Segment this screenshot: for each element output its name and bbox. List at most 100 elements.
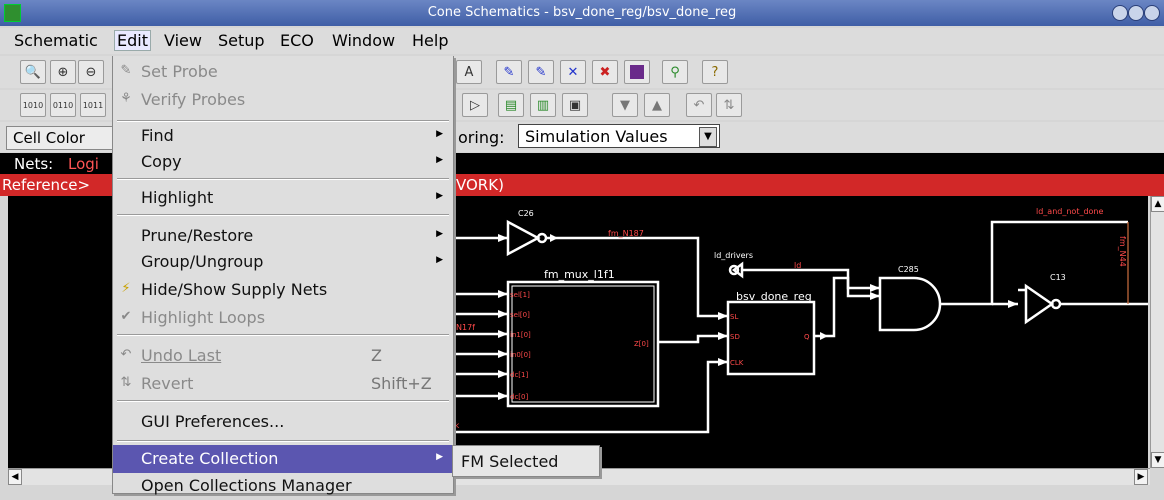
label-n17f: N17f [456,323,475,332]
cross-red-icon[interactable]: ✖ [592,60,618,84]
revert-shortcut: Shift+Z [371,374,432,393]
undo-icon: ↶ [120,347,132,362]
cell-coloring-button[interactable]: Cell Color [6,126,118,150]
pin-q: Q [804,333,810,341]
expand-fanout-icon[interactable]: ▥ [530,93,556,117]
pin-z0: Z[0] [634,340,649,348]
pen-clear-icon[interactable]: ✎ [528,60,554,84]
scroll-up-icon[interactable]: ▲ [1151,196,1164,212]
menu-item-create-collection[interactable]: Create Collection ▶ [113,445,453,473]
verify-probes-label: Verify Probes [141,90,246,109]
wand-icon: ⚘ [120,91,132,106]
supply-nets-icon: ⚡ [121,281,131,296]
zoom-out-icon[interactable]: ⊖ [78,60,104,84]
submenu-arrow-icon: ▶ [436,155,443,165]
find-text-icon[interactable]: A [456,60,482,84]
highlight-loops-label: Highlight Loops [141,308,266,327]
redo-icon[interactable]: ⇅ [716,93,742,117]
label-fm-n187: fm_N187 [608,229,644,238]
move-up-icon[interactable]: ▲ [644,93,670,117]
menu-item-hide-show-supply-nets[interactable]: ⚡ Hide/Show Supply Nets [113,276,453,304]
open-collections-manager-label: Open Collections Manager [141,476,352,495]
copy-label: Copy [141,152,182,171]
vertical-scrollbar[interactable]: ▲ ▼ [1150,196,1164,468]
menu-separator [117,400,449,402]
set-probe-label: Set Probe [141,62,218,81]
expand-fanin-icon[interactable]: ▤ [498,93,524,117]
menu-eco[interactable]: ECO [280,31,314,50]
reference-design: VORK) [456,176,504,194]
label-bsv-done-reg: bsv_done_reg [736,290,812,303]
chevron-down-icon[interactable]: ▼ [699,127,717,147]
menu-item-set-probe[interactable]: ✎ Set Probe [113,58,453,86]
gui-preferences-label: GUI Preferences... [141,412,285,431]
menu-edit[interactable]: Edit [114,30,151,51]
label-fm-n44: fm_N44 [1118,236,1127,267]
pin-dc0: dc[0] [510,393,528,401]
menu-schematic[interactable]: Schematic [14,31,98,50]
menu-setup[interactable]: Setup [218,31,265,50]
reference-label: Reference> [2,176,91,194]
label-c13: C13 [1050,273,1066,282]
undo-icon[interactable]: ↶ [686,93,712,117]
gate-icon[interactable]: ▷ [462,93,488,117]
menu-item-find[interactable]: Find ▶ [113,122,453,150]
maximize-icon[interactable] [1128,5,1144,21]
menu-separator [117,440,449,442]
pin-clk: CLK [730,359,744,367]
menu-separator [117,178,449,180]
binary-toggle-icon[interactable]: 1011 [80,93,106,117]
pin-in0: in0[0] [510,351,531,359]
binary-back-icon[interactable]: 0110 [50,93,76,117]
menu-help[interactable]: Help [412,31,448,50]
revert-icon: ⇅ [120,375,132,390]
revert-label: Revert [141,374,194,393]
menu-item-copy[interactable]: Copy ▶ [113,148,453,176]
menu-item-prune-restore[interactable]: Prune/Restore ▶ [113,222,453,250]
minimize-icon[interactable] [1112,5,1128,21]
menu-item-open-collections-manager[interactable]: Open Collections Manager [113,472,453,500]
menu-view[interactable]: View [164,31,202,50]
menu-item-group-ungroup[interactable]: Group/Ungroup ▶ [113,248,453,276]
menu-item-highlight-loops[interactable]: ✔ Highlight Loops [113,304,453,332]
submenu-arrow-icon: ▶ [436,191,443,201]
menu-item-highlight[interactable]: Highlight ▶ [113,184,453,212]
submenu-arrow-icon: ▶ [436,129,443,139]
color-square-icon[interactable] [624,60,650,84]
scroll-left-icon[interactable]: ◀ [8,469,22,485]
coloring-select[interactable]: Simulation Values ▼ [518,124,720,148]
move-down-icon[interactable]: ▼ [612,93,638,117]
label-ld-and-not-done: ld_and_not_done [1036,207,1103,216]
zoom-in-icon[interactable]: ⊕ [50,60,76,84]
scroll-right-icon[interactable]: ▶ [1134,469,1148,485]
zoom-fit-icon[interactable]: 🔍 [20,60,46,84]
menu-item-fm-selected[interactable]: FM Selected [461,452,558,471]
find-label: Find [141,126,174,145]
pencil-icon: ✎ [120,63,132,78]
nets-label: Nets: [14,155,54,173]
menu-item-verify-probes[interactable]: ⚘ Verify Probes [113,86,453,114]
menu-separator [117,334,449,336]
menu-window[interactable]: Window [332,31,395,50]
coloring-value: Simulation Values [525,127,668,146]
create-collection-label: Create Collection [141,449,279,468]
cross-icon[interactable]: ✕ [560,60,586,84]
window-title: Cone Schematics - bsv_done_reg/bsv_done_… [427,5,737,20]
menu-item-undo-last[interactable]: ↶ Undo Last Z [113,342,453,370]
scroll-down-icon[interactable]: ▼ [1151,452,1164,468]
menu-separator [117,214,449,216]
help-icon[interactable]: ? [702,60,728,84]
binary-forward-icon[interactable]: 1010 [20,93,46,117]
pen-icon[interactable]: ✎ [496,60,522,84]
nets-value: Logi [68,155,99,173]
menu-item-revert[interactable]: ⇅ Revert Shift+Z [113,370,453,398]
close-icon[interactable] [1144,5,1160,21]
checkmark-icon: ✔ [120,309,132,324]
title-bar: Cone Schematics - bsv_done_reg/bsv_done_… [0,0,1164,26]
pin-sel1: sel[1] [510,291,530,299]
menu-item-gui-preferences[interactable]: GUI Preferences... [113,408,453,436]
probe-icon[interactable]: ⚲ [662,60,688,84]
menu-bar: Schematic Edit View Setup ECO Window Hel… [0,28,1164,54]
highlight-label: Highlight [141,188,214,207]
expand-cell-icon[interactable]: ▣ [562,93,588,117]
